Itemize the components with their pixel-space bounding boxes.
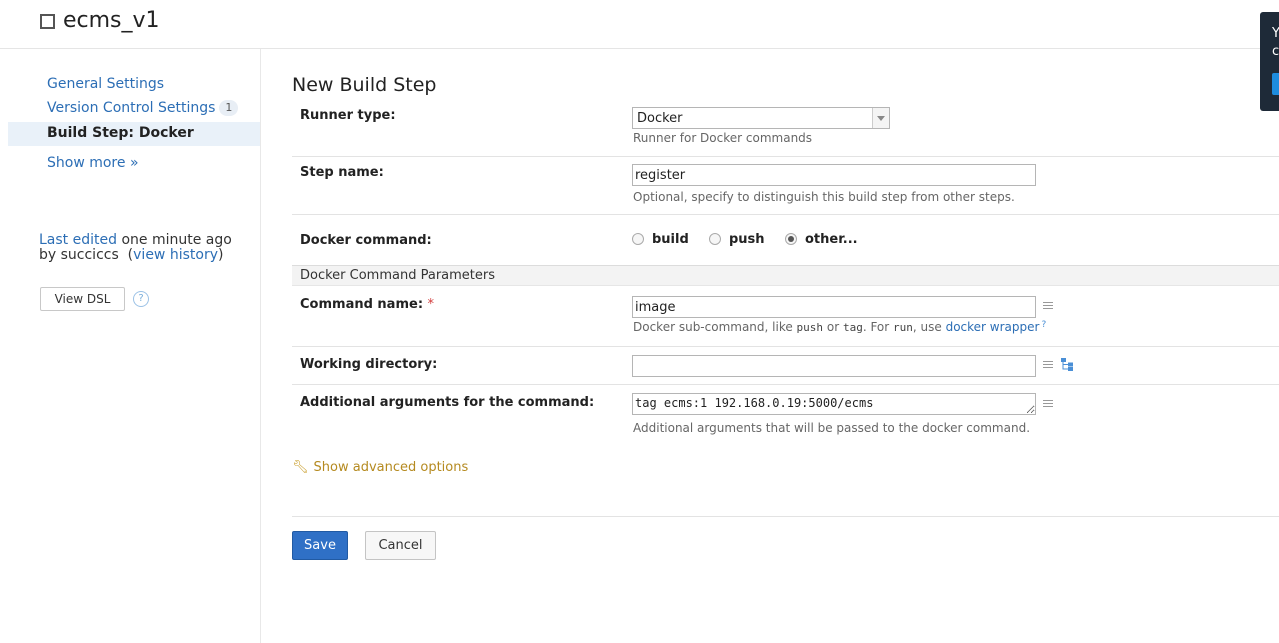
sidebar: General Settings Version Control Setting… <box>0 49 261 643</box>
radio-button-selected[interactable] <box>785 233 797 245</box>
runner-type-select[interactable]: Docker <box>632 107 890 129</box>
help-icon[interactable]: ? <box>133 291 149 307</box>
section-title: Docker Command Parameters <box>300 268 496 283</box>
last-edited-time: one minute ago <box>117 232 232 248</box>
view-dsl-button[interactable]: View DSL <box>40 287 125 311</box>
last-edited-link[interactable]: Last edited <box>39 232 117 248</box>
header: ecms_v1 <box>0 0 1279 49</box>
working-directory-label: Working directory: <box>300 357 438 372</box>
runner-type-label: Runner type: <box>300 108 396 123</box>
divider <box>292 346 1279 347</box>
command-name-hint: Docker sub-command, like push or tag. Fo… <box>633 320 1047 334</box>
radio-button[interactable] <box>632 233 644 245</box>
sidebar-item-build-step-docker[interactable]: Build Step: Docker <box>8 122 260 146</box>
step-name-hint: Optional, specify to distinguish this bu… <box>633 190 1015 204</box>
radio-label: build <box>652 232 689 247</box>
sidebar-item-general-settings[interactable]: General Settings <box>47 76 164 92</box>
save-button[interactable]: Save <box>292 531 348 560</box>
main-content: New Build Step Runner type: Docker Runne… <box>261 49 1279 643</box>
step-name-input[interactable] <box>632 164 1036 186</box>
project-title[interactable]: ecms_v1 <box>63 8 160 33</box>
additional-args-hint: Additional arguments that will be passed… <box>633 421 1031 435</box>
docker-command-label: Docker command: <box>300 233 432 248</box>
divider <box>292 214 1279 215</box>
view-history-link[interactable]: view history <box>133 247 218 263</box>
step-name-label: Step name: <box>300 165 384 180</box>
chevron-down-icon[interactable] <box>872 108 889 128</box>
additional-args-label: Additional arguments for the command: <box>300 395 595 410</box>
directory-tree-icon[interactable] <box>1061 358 1073 371</box>
additional-args-textarea[interactable]: tag ecms:1 192.168.0.19:5000/ecms <box>632 393 1036 415</box>
radio-label: other... <box>805 232 858 247</box>
last-edited-by: by succiccs <box>39 247 119 263</box>
sidebar-item-version-control[interactable]: Version Control Settings 1 <box>47 100 239 116</box>
required-marker: * <box>427 297 435 312</box>
divider <box>292 516 1279 517</box>
working-directory-input[interactable] <box>632 355 1036 377</box>
radio-button[interactable] <box>709 233 721 245</box>
list-icon[interactable] <box>1043 302 1053 311</box>
toast-line-1: Y <box>1272 26 1279 41</box>
runner-type-hint: Runner for Docker commands <box>633 131 813 145</box>
help-icon[interactable]: ? <box>1041 320 1046 330</box>
command-name-label-text: Command name: <box>300 297 424 312</box>
list-icon[interactable] <box>1043 400 1053 409</box>
sidebar-item-label: Build Step: Docker <box>47 125 194 141</box>
command-name-label: Command name: * <box>300 297 434 312</box>
show-advanced-options-link[interactable]: 🔧︎ Show advanced options <box>292 460 468 475</box>
list-icon[interactable] <box>1043 361 1053 370</box>
docker-wrapper-link[interactable]: docker wrapper <box>946 320 1040 334</box>
count-badge: 1 <box>219 100 239 116</box>
command-name-input[interactable] <box>632 296 1036 318</box>
divider <box>292 156 1279 157</box>
project-square-icon <box>40 14 55 29</box>
radio-label: push <box>729 232 765 247</box>
divider <box>292 384 1279 385</box>
wrench-icon: 🔧︎ <box>292 460 309 475</box>
runner-type-value: Docker <box>637 111 683 126</box>
advanced-label: Show advanced options <box>313 460 469 475</box>
cancel-button[interactable]: Cancel <box>365 531 436 560</box>
page-title: New Build Step <box>292 74 437 96</box>
sidebar-item-label: Version Control Settings <box>47 100 216 116</box>
show-more-link[interactable]: Show more » <box>47 155 139 171</box>
last-edited-info: Last edited one minute ago by succiccs (… <box>39 232 232 263</box>
section-header: Docker Command Parameters <box>292 265 1279 286</box>
